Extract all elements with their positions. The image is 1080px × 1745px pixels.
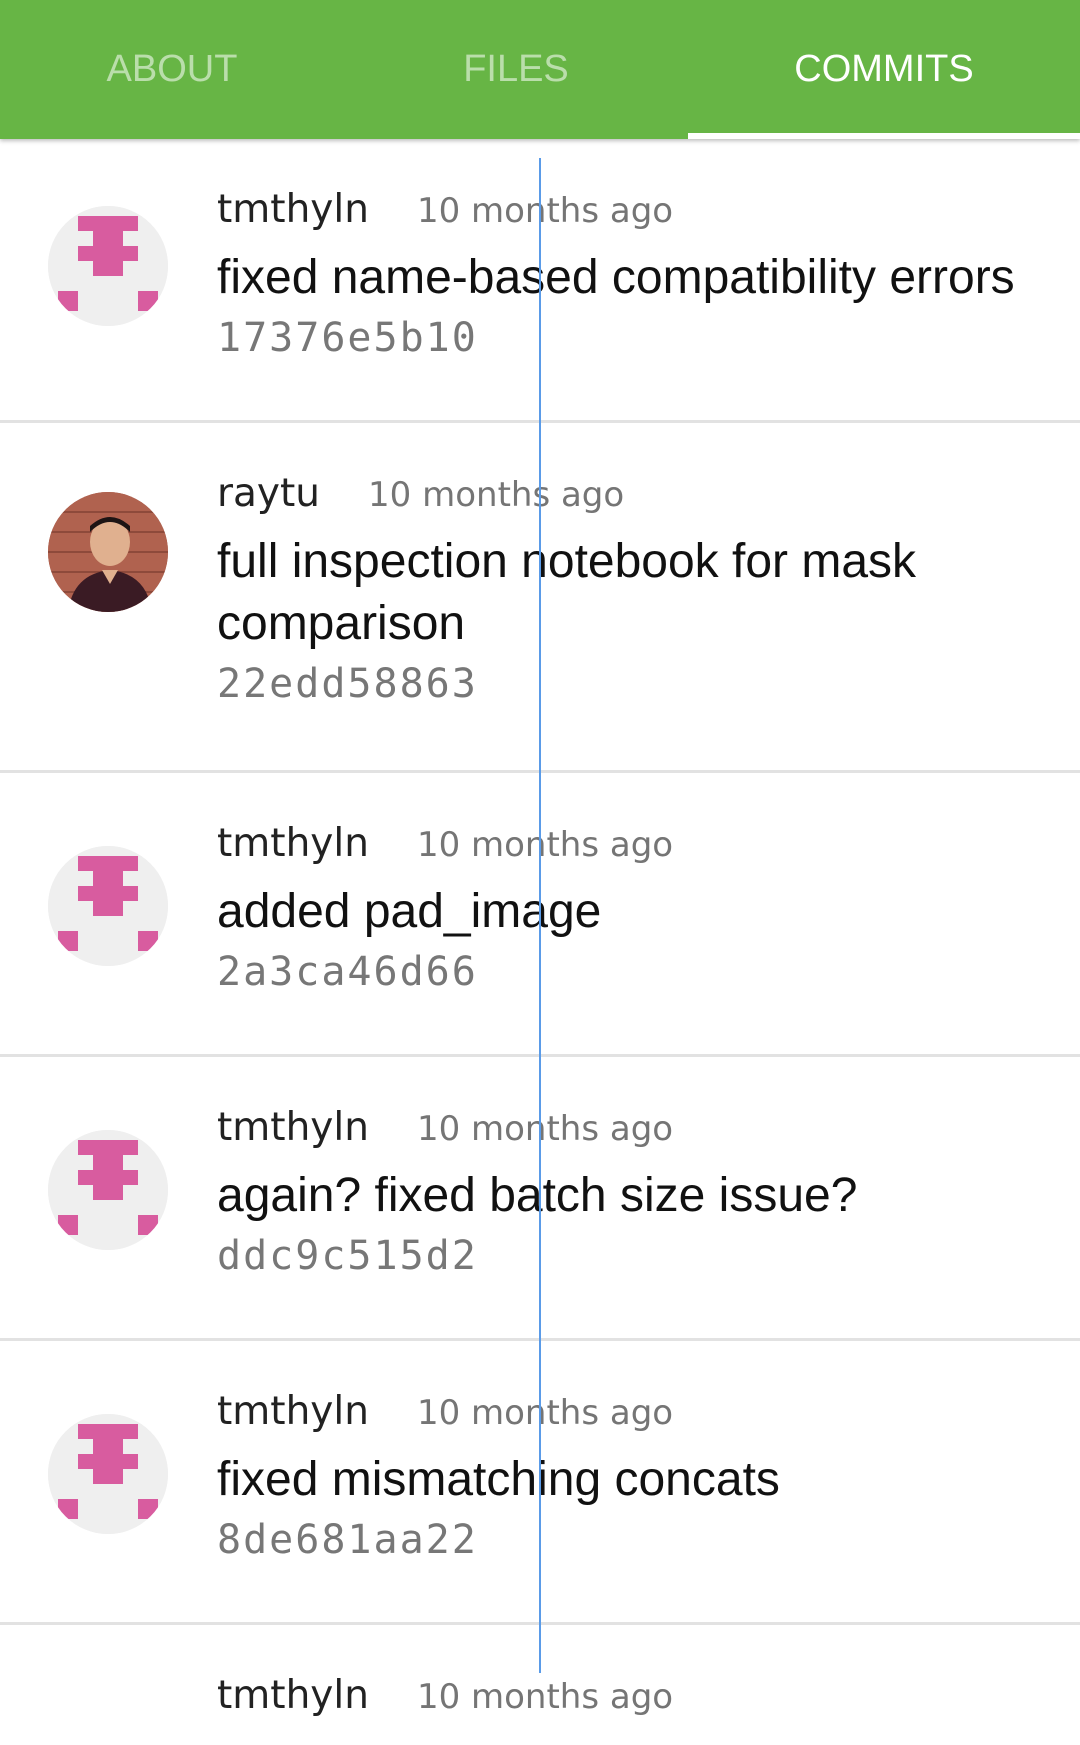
commit-author: tmthyln <box>217 1105 369 1150</box>
commit-time: 10 months ago <box>416 1109 674 1149</box>
commit-author: tmthyln <box>217 1389 369 1434</box>
active-tab-indicator <box>688 133 1080 139</box>
tab-bar: ABOUT FILES COMMITS <box>0 0 1080 139</box>
commit-time: 10 months ago <box>416 825 674 865</box>
layout-guide-line <box>539 158 541 1673</box>
user-photo-icon <box>48 492 168 612</box>
commit-time: 10 months ago <box>368 475 625 515</box>
identicon-avatar <box>48 206 168 326</box>
identicon-icon <box>48 206 168 326</box>
identicon-icon <box>48 846 168 966</box>
commit-author: raytu <box>217 471 321 516</box>
tab-about[interactable]: ABOUT <box>0 0 344 139</box>
commit-time: 10 months ago <box>416 191 674 231</box>
user-photo-avatar <box>48 492 168 612</box>
identicon-avatar <box>48 846 168 966</box>
commit-author: tmthyln <box>217 187 369 232</box>
commit-message: full inspection notebook for mask compar… <box>217 535 917 650</box>
commit-sha: ddc9c515d2 <box>217 1233 478 1279</box>
tab-commits[interactable]: COMMITS <box>688 0 1080 139</box>
commit-sha: 2a3ca46d66 <box>217 949 478 995</box>
commit-time: 10 months ago <box>416 1393 674 1433</box>
commit-sha: 22edd58863 <box>217 661 478 707</box>
commit-sha: 17376e5b10 <box>217 315 478 361</box>
tab-files[interactable]: FILES <box>344 0 688 139</box>
commit-message: added pad_image <box>217 885 602 938</box>
identicon-avatar <box>48 1130 168 1250</box>
identicon-icon <box>48 1130 168 1250</box>
commit-author: tmthyln <box>217 1673 369 1718</box>
commit-sha: 8de681aa22 <box>217 1517 478 1563</box>
identicon-icon <box>48 1414 168 1534</box>
commit-author: tmthyln <box>217 821 369 866</box>
commit-time: 10 months ago <box>416 1677 674 1717</box>
commit-message: fixed mismatching concats <box>217 1453 780 1506</box>
commit-message: fixed name-based compatibility errors <box>217 251 1015 304</box>
commit-message: again? fixed batch size issue? <box>217 1169 858 1222</box>
identicon-avatar <box>48 1414 168 1534</box>
